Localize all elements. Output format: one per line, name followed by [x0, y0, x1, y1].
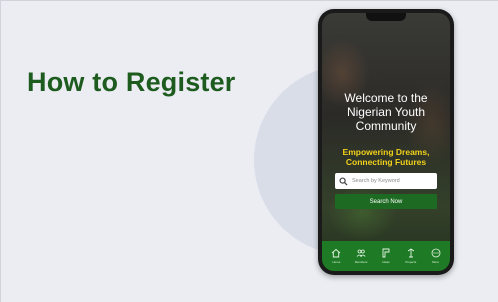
nav-item-ideas[interactable]: Ideas — [374, 248, 398, 264]
nav-item-home[interactable]: Home — [324, 248, 348, 264]
nav-label: Members — [354, 260, 368, 264]
welcome-line: Community — [355, 119, 417, 133]
phone-mockup: Welcome to the Nigerian Youth Community … — [318, 9, 454, 275]
page-title: How to Register — [27, 67, 236, 97]
tagline: Empowering Dreams, Connecting Futures — [322, 147, 450, 167]
welcome-line: Nigerian Youth — [346, 105, 426, 119]
welcome-heading: Welcome to the Nigerian Youth Community — [322, 91, 450, 133]
nav-label: Home — [332, 260, 341, 264]
tagline-line: Connecting Futures — [345, 157, 427, 167]
more-icon — [431, 248, 441, 258]
ideas-icon — [381, 248, 391, 258]
nav-label: More — [432, 260, 439, 264]
tagline-line: Empowering Dreams, — [342, 147, 430, 157]
home-icon — [331, 248, 341, 258]
bottom-nav: Home Members Ideas Projects More — [322, 241, 450, 271]
app-screen: Welcome to the Nigerian Youth Community … — [322, 13, 450, 271]
phone-notch — [366, 13, 406, 21]
nav-label: Projects — [405, 260, 417, 264]
nav-label: Ideas — [382, 260, 390, 264]
nav-item-projects[interactable]: Projects — [399, 248, 423, 264]
members-icon — [356, 248, 366, 258]
welcome-line: Welcome to the — [344, 91, 428, 105]
slide: How to Register Welcome to the Nigerian … — [0, 0, 498, 302]
nav-item-more[interactable]: More — [424, 248, 448, 264]
search-placeholder: Search by Keyword — [352, 178, 400, 184]
search-input[interactable]: Search by Keyword — [335, 173, 437, 189]
search-icon — [339, 176, 348, 186]
search-now-button[interactable]: Search Now — [335, 194, 437, 209]
projects-icon — [406, 248, 416, 258]
nav-item-members[interactable]: Members — [349, 248, 373, 264]
